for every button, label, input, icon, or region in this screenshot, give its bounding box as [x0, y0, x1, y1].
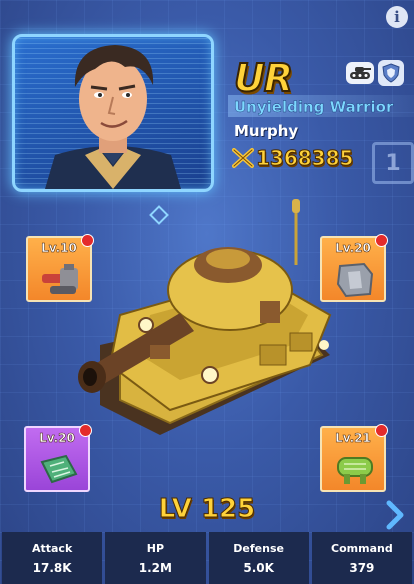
stat-label: HP	[146, 541, 165, 555]
chevron-right-icon[interactable]	[386, 500, 404, 530]
hero-portrait[interactable]	[12, 34, 214, 192]
tank-model[interactable]	[60, 195, 360, 455]
stat-value: 17.8K	[32, 560, 72, 575]
stat-label: Command	[331, 541, 393, 555]
hero-name: Murphy	[234, 122, 299, 140]
tank-icon	[350, 67, 371, 79]
hero-face-image	[45, 45, 181, 189]
stat-value: 1.2M	[138, 560, 172, 575]
stat-label: Defense	[233, 541, 284, 555]
circuit-board-icon	[40, 454, 78, 484]
rarity-label: UR	[233, 55, 294, 101]
stat-defense: Defense 5.0K	[208, 532, 309, 584]
shield-icon	[382, 63, 400, 83]
notification-dot	[375, 234, 388, 247]
power-icon	[232, 148, 254, 168]
track-icon	[337, 457, 373, 484]
info-icon: i	[394, 8, 400, 26]
power-value: 1368385	[255, 146, 354, 171]
defense-type-badge[interactable]	[378, 60, 404, 86]
stat-label: Attack	[31, 541, 73, 555]
skill-slot-badge[interactable]: 1	[372, 142, 414, 184]
stat-value: 5.0K	[243, 560, 274, 575]
notification-dot	[375, 424, 388, 437]
stat-value: 379	[349, 560, 375, 575]
hero-title: Unyielding Warrior	[234, 98, 394, 116]
stat-command: Command 379	[311, 532, 412, 584]
stat-attack: Attack 17.8K	[2, 532, 103, 584]
tank-type-badge[interactable]	[346, 62, 374, 84]
stats-bar: Attack 17.8K HP 1.2M Defense 5.0K Comman…	[0, 532, 414, 584]
tank-level: LV 125	[158, 494, 256, 525]
info-button[interactable]: i	[386, 6, 408, 28]
stat-hp: HP 1.2M	[105, 532, 206, 584]
